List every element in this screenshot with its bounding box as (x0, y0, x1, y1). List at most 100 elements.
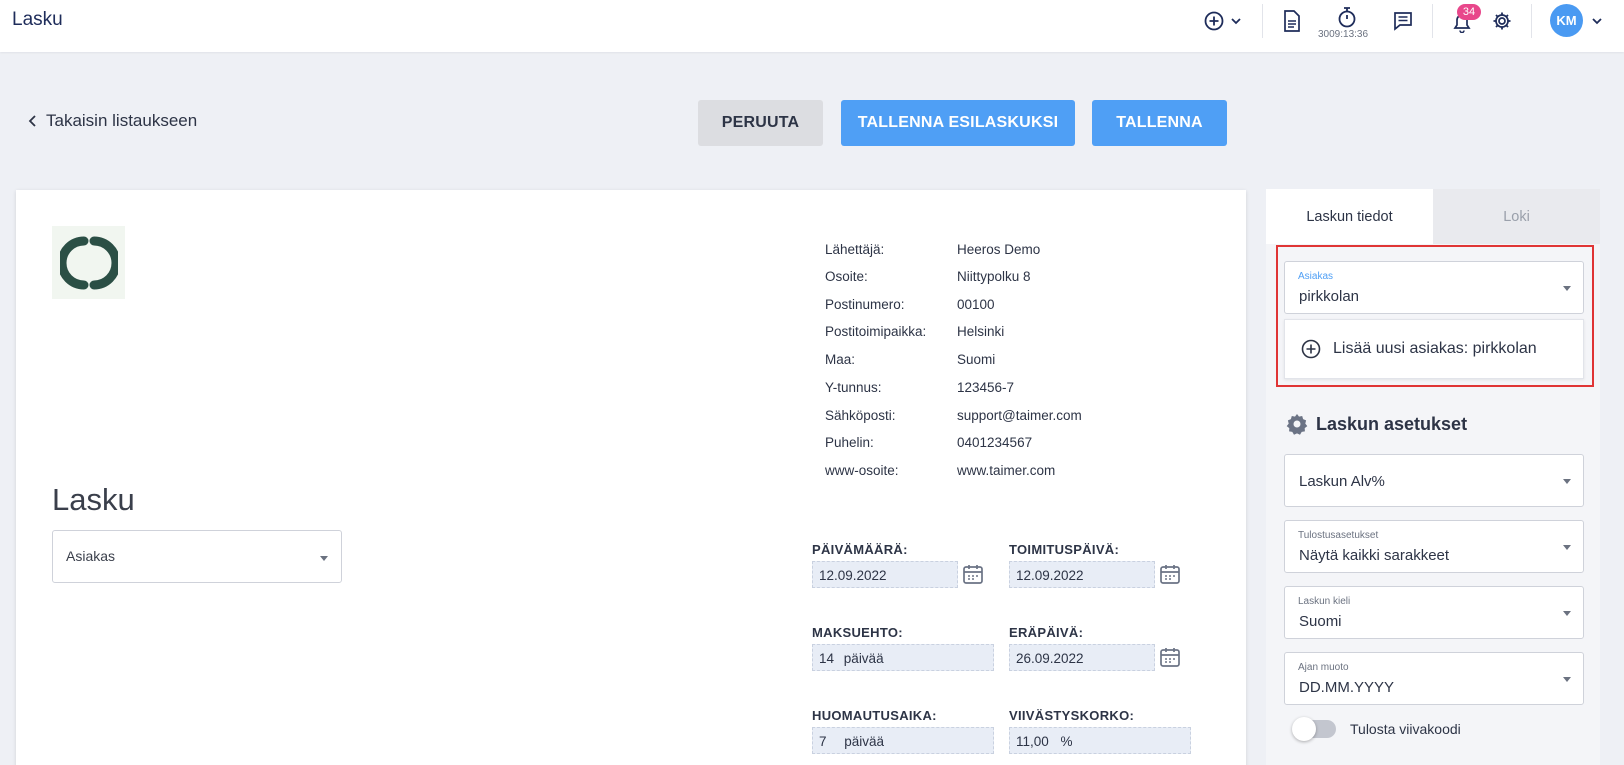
sender-value: Heeros Demo (957, 242, 1041, 257)
sender-label: Y-tunnus: (825, 380, 882, 395)
customer-field-label: Asiakas (1298, 271, 1334, 282)
customer-select[interactable]: Asiakas (52, 530, 342, 583)
sender-value: 00100 (957, 297, 995, 312)
late-interest-unit: % (1060, 734, 1073, 749)
app-title: Lasku (12, 9, 63, 30)
customer-field-value: pirkkolan (1299, 288, 1360, 305)
payment-terms-label: MAKSUEHTO: (812, 625, 903, 640)
top-bar: Lasku 3009:13:36 34 KM (0, 0, 1624, 52)
sender-value: 123456-7 (957, 380, 1015, 395)
payment-terms-value: 14 (819, 651, 835, 666)
add-new-customer-label: Lisää uusi asiakas: pirkkolan (1333, 340, 1537, 357)
tab-log[interactable]: Loki (1433, 189, 1600, 244)
print-settings-label: Tulostusasetukset (1298, 530, 1379, 541)
sender-label: www-osoite: (825, 463, 899, 478)
messages-button[interactable] (1391, 9, 1415, 33)
sender-value: 0401234567 (957, 435, 1033, 450)
plus-circle-icon (1301, 339, 1321, 359)
customer-select-placeholder: Asiakas (66, 548, 116, 564)
caret-down-icon (1563, 479, 1571, 484)
caret-down-icon (320, 556, 328, 561)
sender-label: Postitoimipaikka: (825, 324, 927, 339)
sender-label: Osoite: (825, 269, 868, 284)
invoice-language-select[interactable]: Laskun kieli Suomi (1284, 586, 1584, 639)
vat-select-value: Laskun Alv% (1299, 473, 1385, 490)
gear-icon (1493, 12, 1511, 30)
payment-terms-input[interactable]: 14 päivää (812, 644, 994, 671)
chevron-down-icon (1592, 18, 1602, 25)
chevron-down-icon (1230, 18, 1241, 25)
user-avatar[interactable]: KM (1550, 4, 1583, 37)
print-settings-value: Näytä kaikki sarakkeet (1299, 547, 1450, 564)
date-label: PÄIVÄMÄÄRÄ: (812, 542, 908, 557)
vat-select[interactable]: Laskun Alv% (1284, 454, 1584, 507)
sender-label: Postinumero: (825, 297, 905, 312)
delivery-date-input[interactable]: 12.09.2022 (1009, 561, 1155, 588)
sender-value: www.taimer.com (957, 463, 1056, 478)
caret-down-icon (1563, 677, 1571, 682)
logo-icon (59, 236, 118, 289)
late-interest-input[interactable]: 11,00 % (1009, 727, 1191, 754)
calendar-icon[interactable] (1159, 646, 1181, 668)
sender-label: Maa: (825, 352, 856, 367)
invoice-settings-heading: Laskun asetukset (1286, 413, 1467, 435)
tab-invoice-details[interactable]: Laskun tiedot (1266, 189, 1433, 244)
late-interest-label: VIIVÄSTYSKORKO: (1009, 708, 1135, 723)
save-as-draft-button[interactable]: TALLENNA ESILASKUKSI (841, 100, 1075, 146)
add-menu-button[interactable] (1201, 9, 1245, 33)
invoice-settings-title: Laskun asetukset (1316, 413, 1468, 434)
timer-button[interactable] (1335, 5, 1359, 29)
notice-period-unit: päivää (844, 734, 885, 749)
due-date-input[interactable]: 26.09.2022 (1009, 644, 1155, 671)
notice-period-value: 7 (819, 734, 827, 749)
sender-value: Helsinki (957, 324, 1005, 339)
sender-value: Niittypolku 8 (957, 269, 1031, 284)
sender-value: Suomi (957, 352, 996, 367)
company-logo[interactable] (52, 226, 125, 299)
invoice-heading: Lasku (52, 482, 135, 517)
late-interest-value: 11,00 (1016, 734, 1049, 749)
barcode-toggle-row: Tulosta viivakoodi (1292, 717, 1461, 741)
date-input[interactable]: 12.09.2022 (812, 561, 958, 588)
invoice-language-value: Suomi (1299, 613, 1342, 630)
document-icon (1284, 10, 1300, 32)
caret-down-icon (1563, 545, 1571, 550)
plus-circle-icon (1204, 11, 1223, 31)
sender-value: support@taimer.com (957, 408, 1082, 423)
payment-terms-unit: päivää (843, 651, 884, 666)
back-to-list-link[interactable]: Takaisin listaukseen (28, 111, 197, 131)
chevron-left-icon (28, 115, 36, 127)
timer-readout: 3009:13:36 (1318, 29, 1369, 40)
notice-period-input[interactable]: 7 päivää (812, 727, 994, 754)
calendar-icon[interactable] (962, 563, 984, 585)
topbar-divider (1531, 4, 1532, 38)
notification-badge: 34 (1457, 4, 1481, 20)
stopwatch-icon (1338, 7, 1356, 28)
time-format-select[interactable]: Ajan muoto DD.MM.YYYY (1284, 652, 1584, 705)
sender-label: Sähköposti: (825, 408, 896, 423)
chat-icon (1394, 12, 1412, 31)
time-format-label: Ajan muoto (1298, 662, 1349, 673)
toggle-knob (1292, 717, 1316, 741)
invoice-language-label: Laskun kieli (1298, 596, 1351, 607)
add-new-customer-option[interactable]: Lisää uusi asiakas: pirkkolan (1284, 319, 1584, 379)
user-menu-chevron[interactable] (1589, 13, 1605, 29)
caret-down-icon (1563, 611, 1571, 616)
customer-search-input[interactable]: Asiakas pirkkolan (1284, 261, 1584, 314)
delivery-date-label: TOIMITUSPÄIVÄ: (1009, 542, 1120, 557)
invoice-side-panel: Laskun tiedot Loki Asiakas pirkkolan Lis… (1266, 189, 1600, 765)
print-settings-select[interactable]: Tulostusasetukset Näytä kaikki sarakkeet (1284, 520, 1584, 573)
notice-period-label: HUOMAUTUSAIKA: (812, 708, 937, 723)
time-format-value: DD.MM.YYYY (1299, 679, 1395, 696)
topbar-divider (1432, 4, 1433, 38)
topbar-divider (1262, 4, 1263, 38)
caret-down-icon (1563, 286, 1571, 291)
cancel-button[interactable]: PERUUTA (698, 100, 823, 146)
barcode-toggle[interactable] (1292, 717, 1336, 741)
calendar-icon[interactable] (1159, 563, 1181, 585)
invoice-preview: Lähettäjä: Heeros Demo Osoite: Niittypol… (16, 190, 1246, 765)
sender-label: Lähettäjä: (825, 242, 885, 257)
settings-button[interactable] (1490, 9, 1514, 33)
document-button[interactable] (1280, 9, 1304, 33)
save-button[interactable]: TALLENNA (1092, 100, 1227, 146)
